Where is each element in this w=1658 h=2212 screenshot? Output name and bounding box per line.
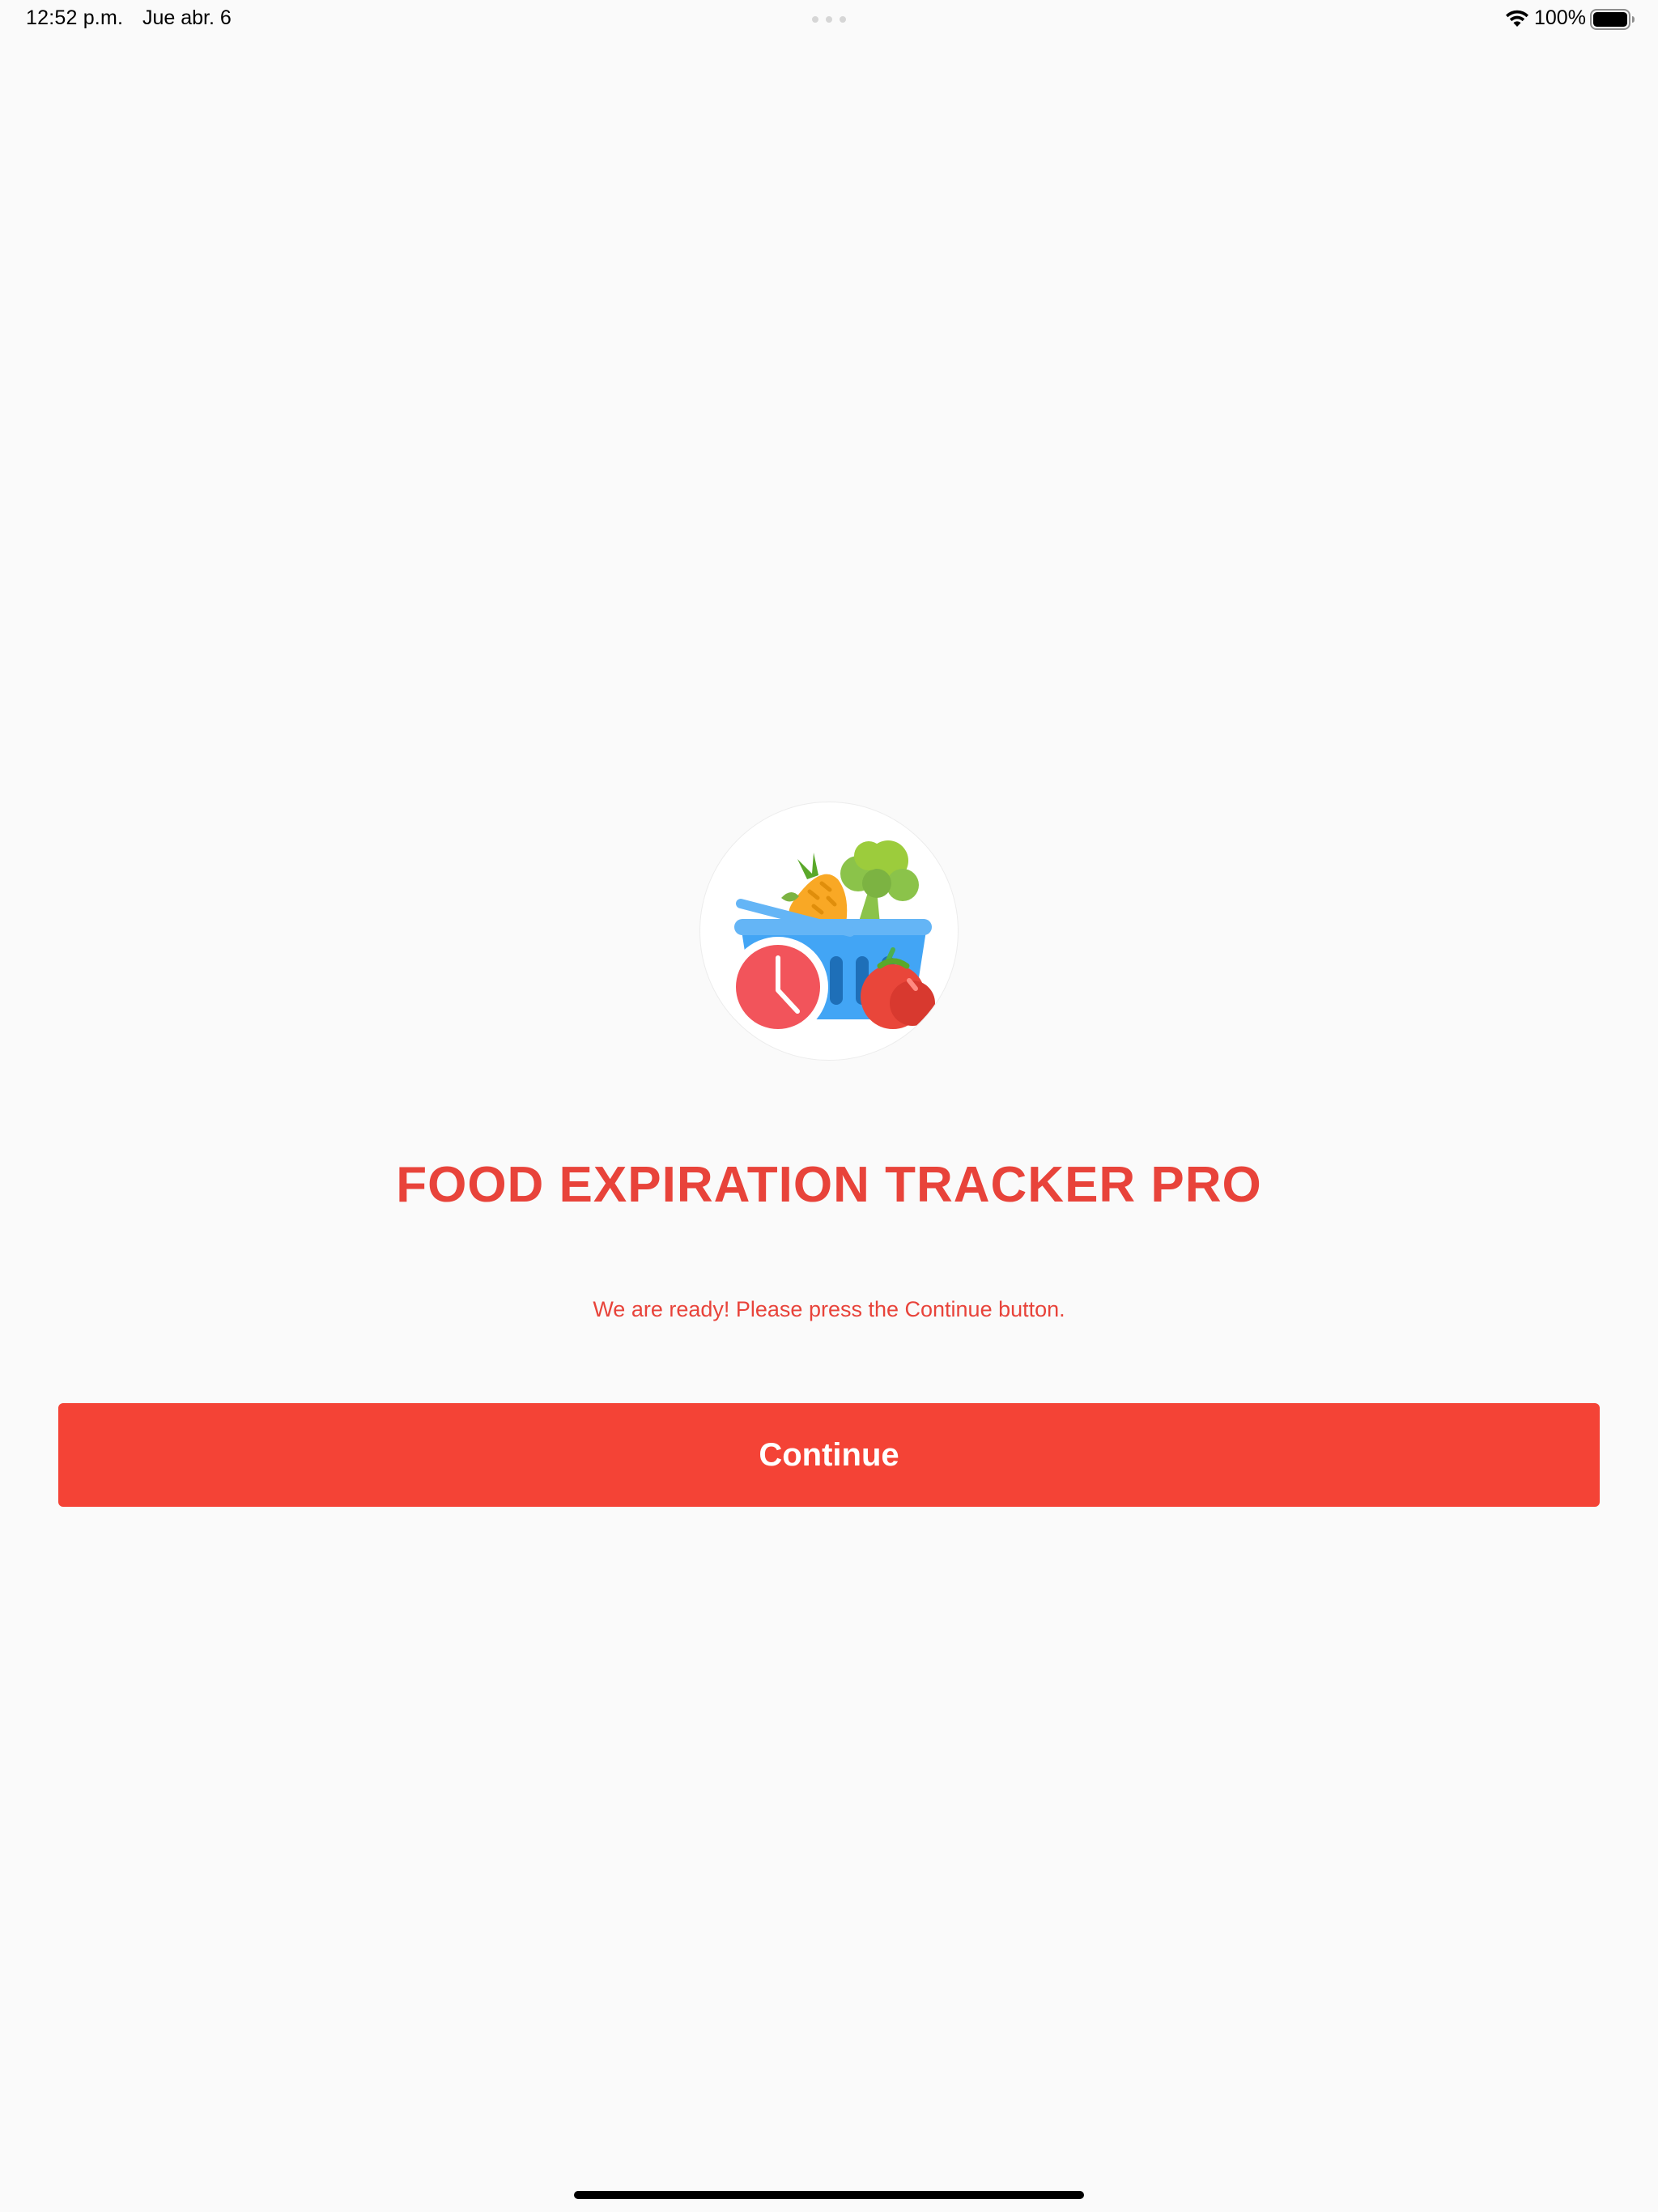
- ready-message: We are ready! Please press the Continue …: [593, 1297, 1065, 1321]
- status-date: Jue abr. 6: [142, 6, 232, 29]
- app-title: FOOD EXPIRATION TRACKER PRO: [396, 1157, 1262, 1213]
- home-indicator[interactable]: [574, 2191, 1084, 2199]
- splash-screen: 12:52 p.m. Jue abr. 6 100% FOOD EXPIRATI…: [0, 0, 1658, 2212]
- multitasking-dots-icon[interactable]: [812, 16, 846, 23]
- wifi-icon: [1506, 10, 1528, 27]
- app-logo: [699, 802, 959, 1061]
- status-time: 12:52 p.m.: [26, 6, 124, 29]
- clock-icon: [728, 937, 828, 1037]
- broccoli-icon: [840, 840, 919, 924]
- status-bar: 12:52 p.m. Jue abr. 6 100%: [0, 0, 1658, 39]
- battery-icon: [1590, 9, 1635, 30]
- food-basket-clock-icon: [728, 840, 935, 1037]
- battery-percent: 100%: [1534, 6, 1586, 29]
- continue-button[interactable]: Continue: [58, 1403, 1600, 1507]
